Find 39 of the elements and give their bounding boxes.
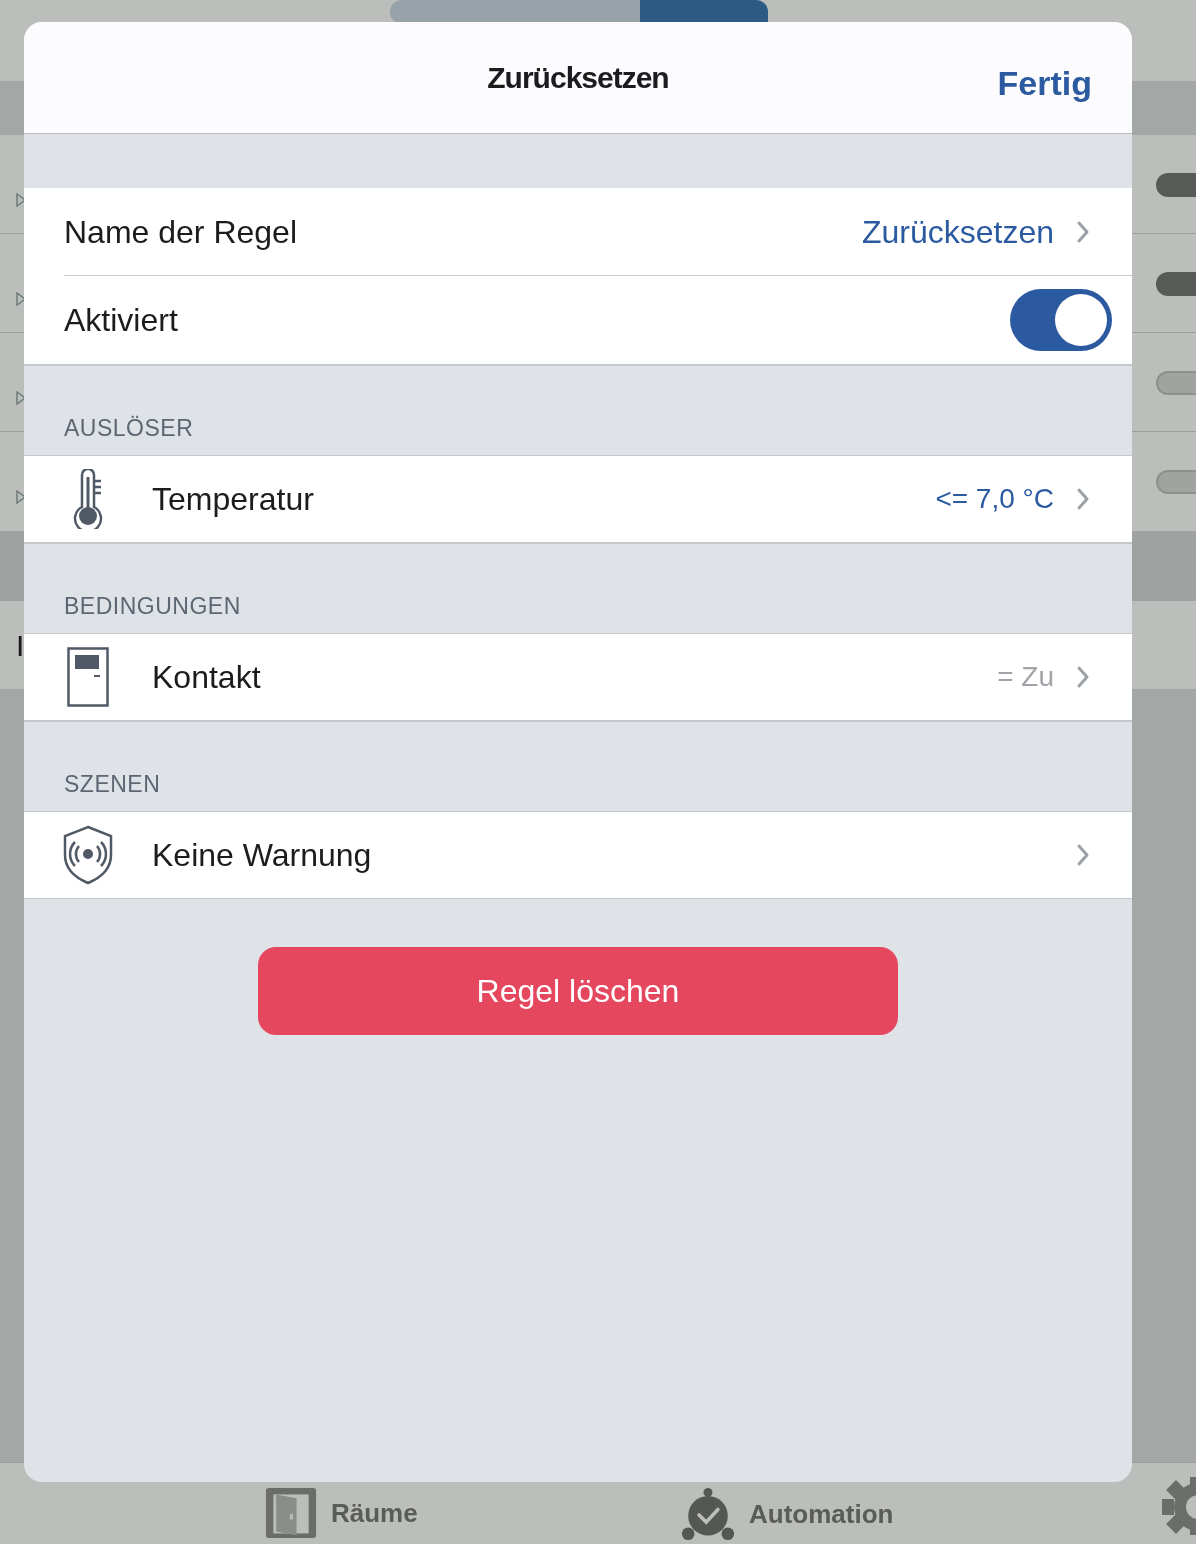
section-header: BEDINGUNGEN	[64, 591, 241, 621]
tab-bar-item[interactable]: Räume	[265, 1487, 418, 1539]
play-icon	[16, 391, 26, 405]
done-button[interactable]: Fertig	[997, 58, 1092, 109]
sheet-title: Zurücksetzen	[487, 60, 669, 96]
row-label: Kontakt	[152, 658, 262, 697]
row-value: = Zu	[997, 660, 1054, 694]
row-label: Keine Warnung	[152, 836, 373, 875]
row-label: Name der Regel	[64, 212, 297, 252]
toggle-switch[interactable]	[1156, 371, 1196, 395]
list-row[interactable]: Name der Regel Zurücksetzen	[64, 188, 1132, 276]
row-label: Temperatur	[152, 480, 315, 519]
play-icon	[16, 292, 26, 306]
list-item-title: I	[16, 629, 25, 662]
play-icon	[16, 193, 26, 207]
chevron-icon	[1076, 843, 1090, 867]
thermometer-icon	[73, 469, 103, 529]
row-value: Zurücksetzen	[861, 212, 1054, 252]
shield-alarm-icon	[62, 825, 114, 885]
toggle-switch[interactable]	[1156, 470, 1196, 494]
section-header: AUSLÖSER	[64, 413, 194, 443]
play-icon	[16, 490, 26, 504]
chevron-icon	[1076, 219, 1090, 244]
section-header: SZENEN	[64, 769, 161, 799]
toggle-switch[interactable]	[1156, 272, 1196, 296]
row-label: Aktiviert	[64, 301, 178, 340]
chevron-icon	[1076, 665, 1090, 689]
row-value: <= 7,0 °C	[935, 482, 1054, 516]
list-row[interactable]: Keine Warnung	[24, 811, 1132, 899]
list-row[interactable]: Kontakt = Zu	[24, 633, 1132, 721]
chevron-icon	[1076, 487, 1090, 511]
segmented-control[interactable]	[390, 0, 768, 24]
door-contact-icon	[67, 647, 109, 707]
door-icon	[265, 1487, 317, 1539]
clock-icon	[681, 1487, 735, 1541]
list-row[interactable]: Temperatur <= 7,0 °C	[24, 455, 1132, 543]
toggle-switch[interactable]	[1156, 173, 1196, 197]
delete-button[interactable]: Regel löschen	[258, 947, 898, 1035]
tab-bar-item[interactable]: Automation	[681, 1487, 894, 1541]
